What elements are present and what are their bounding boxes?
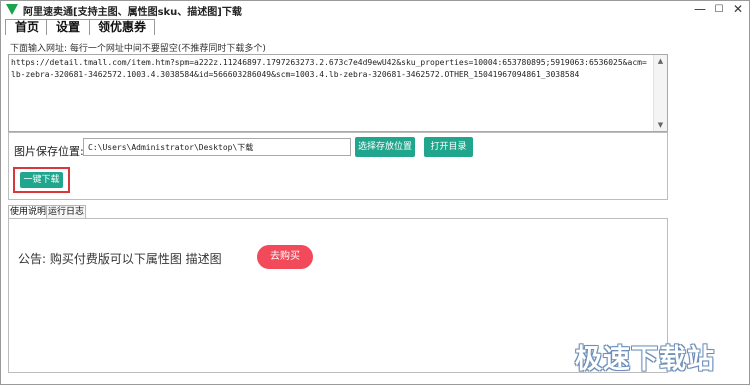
tab-content-panel: 公告: 购买付费版可以下属性图 描述图 去购买 — [8, 218, 668, 373]
app-window: 阿里速卖通[支持主图、属性图sku、描述图]下载 — ☐ ✕ 首页 设置 领优惠… — [0, 0, 750, 385]
buy-button[interactable]: 去购买 — [257, 245, 313, 269]
maximize-icon[interactable]: ☐ — [711, 2, 727, 17]
open-folder-button[interactable]: 打开目录 — [424, 137, 473, 157]
tab-run-log[interactable]: 运行日志 — [46, 205, 86, 219]
scroll-down-icon[interactable]: ▼ — [654, 119, 667, 131]
title-bar: 阿里速卖通[支持主图、属性图sku、描述图]下载 — ☐ ✕ — [1, 1, 749, 19]
download-button-highlight: 一键下载 — [13, 167, 70, 193]
url-input-label: 下面输入网址: 每行一个网址中间不要留空(不推荐同时下载多个) — [10, 44, 266, 54]
close-icon[interactable]: ✕ — [730, 2, 746, 17]
url-textarea-value[interactable]: https://detail.tmall.com/item.htm?spm=a2… — [11, 57, 651, 81]
menu-item-coupons[interactable]: 领优惠券 — [89, 19, 155, 35]
url-textarea[interactable]: https://detail.tmall.com/item.htm?spm=a2… — [8, 54, 668, 132]
scroll-up-icon[interactable]: ▲ — [654, 55, 667, 67]
menu-item-home[interactable]: 首页 — [5, 19, 49, 35]
save-path-input[interactable]: C:\Users\Administrator\Desktop\下载 — [83, 138, 351, 156]
minimize-icon[interactable]: — — [692, 2, 708, 17]
save-location-label: 图片保存位置: — [14, 145, 84, 158]
window-title: 阿里速卖通[支持主图、属性图sku、描述图]下载 — [23, 7, 242, 18]
save-location-panel: 图片保存位置: C:\Users\Administrator\Desktop\下… — [8, 132, 668, 200]
app-logo-icon — [6, 4, 18, 15]
site-watermark: 极速下载站 — [575, 344, 715, 375]
choose-location-button[interactable]: 选择存放位置 — [355, 137, 415, 157]
one-click-download-button[interactable]: 一键下载 — [20, 172, 63, 188]
menu-item-settings[interactable]: 设置 — [46, 19, 90, 35]
announcement-text: 公告: 购买付费版可以下属性图 描述图 — [18, 252, 222, 266]
url-scrollbar[interactable]: ▲ ▼ — [653, 55, 667, 131]
